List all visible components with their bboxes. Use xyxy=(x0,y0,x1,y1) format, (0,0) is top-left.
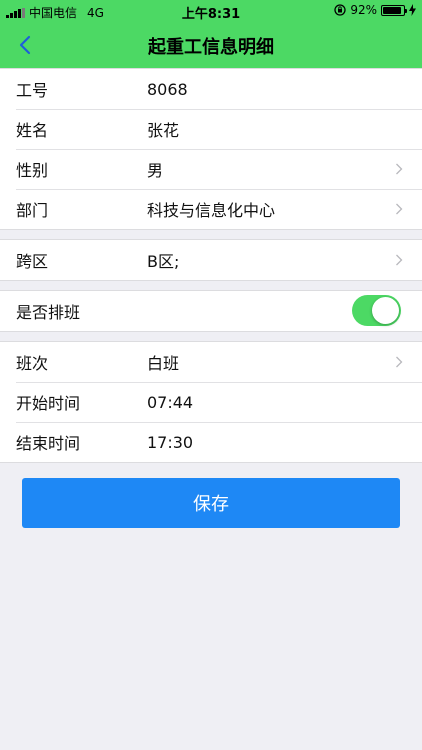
chevron-right-icon xyxy=(396,203,403,215)
name-row: 姓名 张花 xyxy=(0,109,422,149)
row-label: 跨区 xyxy=(16,252,49,271)
row-label: 班次 xyxy=(16,354,49,373)
battery-percent: 92% xyxy=(350,3,377,17)
row-value: 白班 xyxy=(147,354,180,373)
chevron-right-icon xyxy=(396,163,403,175)
row-value: 8068 xyxy=(147,79,188,99)
chevron-right-icon xyxy=(396,356,403,368)
cross-area-row[interactable]: 跨区 B区; xyxy=(0,240,422,280)
row-label: 姓名 xyxy=(16,121,49,140)
charging-icon xyxy=(409,4,416,16)
scheduling-row: 是否排班 xyxy=(0,291,422,331)
nav-bar: 起重工信息明细 xyxy=(0,22,422,68)
shift-info-group: 班次 白班 开始时间 07:44 结束时间 17:30 xyxy=(0,341,422,463)
row-label: 部门 xyxy=(16,201,49,220)
row-value: 科技与信息化中心 xyxy=(147,201,276,220)
status-bar: 中国电信 4G 上午8:31 92% xyxy=(0,0,422,22)
scheduling-toggle[interactable] xyxy=(352,295,401,326)
row-label: 工号 xyxy=(16,81,49,100)
battery-icon xyxy=(381,4,407,16)
end-time-row[interactable]: 结束时间 17:30 xyxy=(0,422,422,462)
scheduling-group: 是否排班 xyxy=(0,290,422,332)
basic-info-group: 工号 8068 姓名 张花 性别 男 部门 科技与信息化中心 xyxy=(0,68,422,230)
department-row[interactable]: 部门 科技与信息化中心 xyxy=(0,189,422,229)
save-button[interactable]: 保存 xyxy=(22,478,400,528)
row-value: B区; xyxy=(147,252,180,271)
row-label: 开始时间 xyxy=(16,394,81,413)
row-value: 17:30 xyxy=(147,432,194,452)
status-right: 92% xyxy=(334,3,416,17)
shift-row[interactable]: 班次 白班 xyxy=(0,342,422,382)
row-value: 张花 xyxy=(147,121,180,140)
chevron-right-icon xyxy=(396,254,403,266)
header: 中国电信 4G 上午8:31 92% 起重工信息明细 xyxy=(0,0,422,68)
cross-area-group: 跨区 B区; xyxy=(0,239,422,281)
page-title: 起重工信息明细 xyxy=(148,37,274,58)
toggle-knob xyxy=(372,297,399,324)
row-value: 07:44 xyxy=(147,392,194,412)
gender-row[interactable]: 性别 男 xyxy=(0,149,422,189)
row-value: 男 xyxy=(147,161,164,180)
battery-level xyxy=(383,6,402,14)
employee-id-row: 工号 8068 xyxy=(0,69,422,109)
row-label: 是否排班 xyxy=(16,303,81,322)
start-time-row[interactable]: 开始时间 07:44 xyxy=(0,382,422,422)
orientation-lock-icon xyxy=(334,4,346,16)
row-label: 性别 xyxy=(16,161,49,180)
row-label: 结束时间 xyxy=(16,434,81,453)
